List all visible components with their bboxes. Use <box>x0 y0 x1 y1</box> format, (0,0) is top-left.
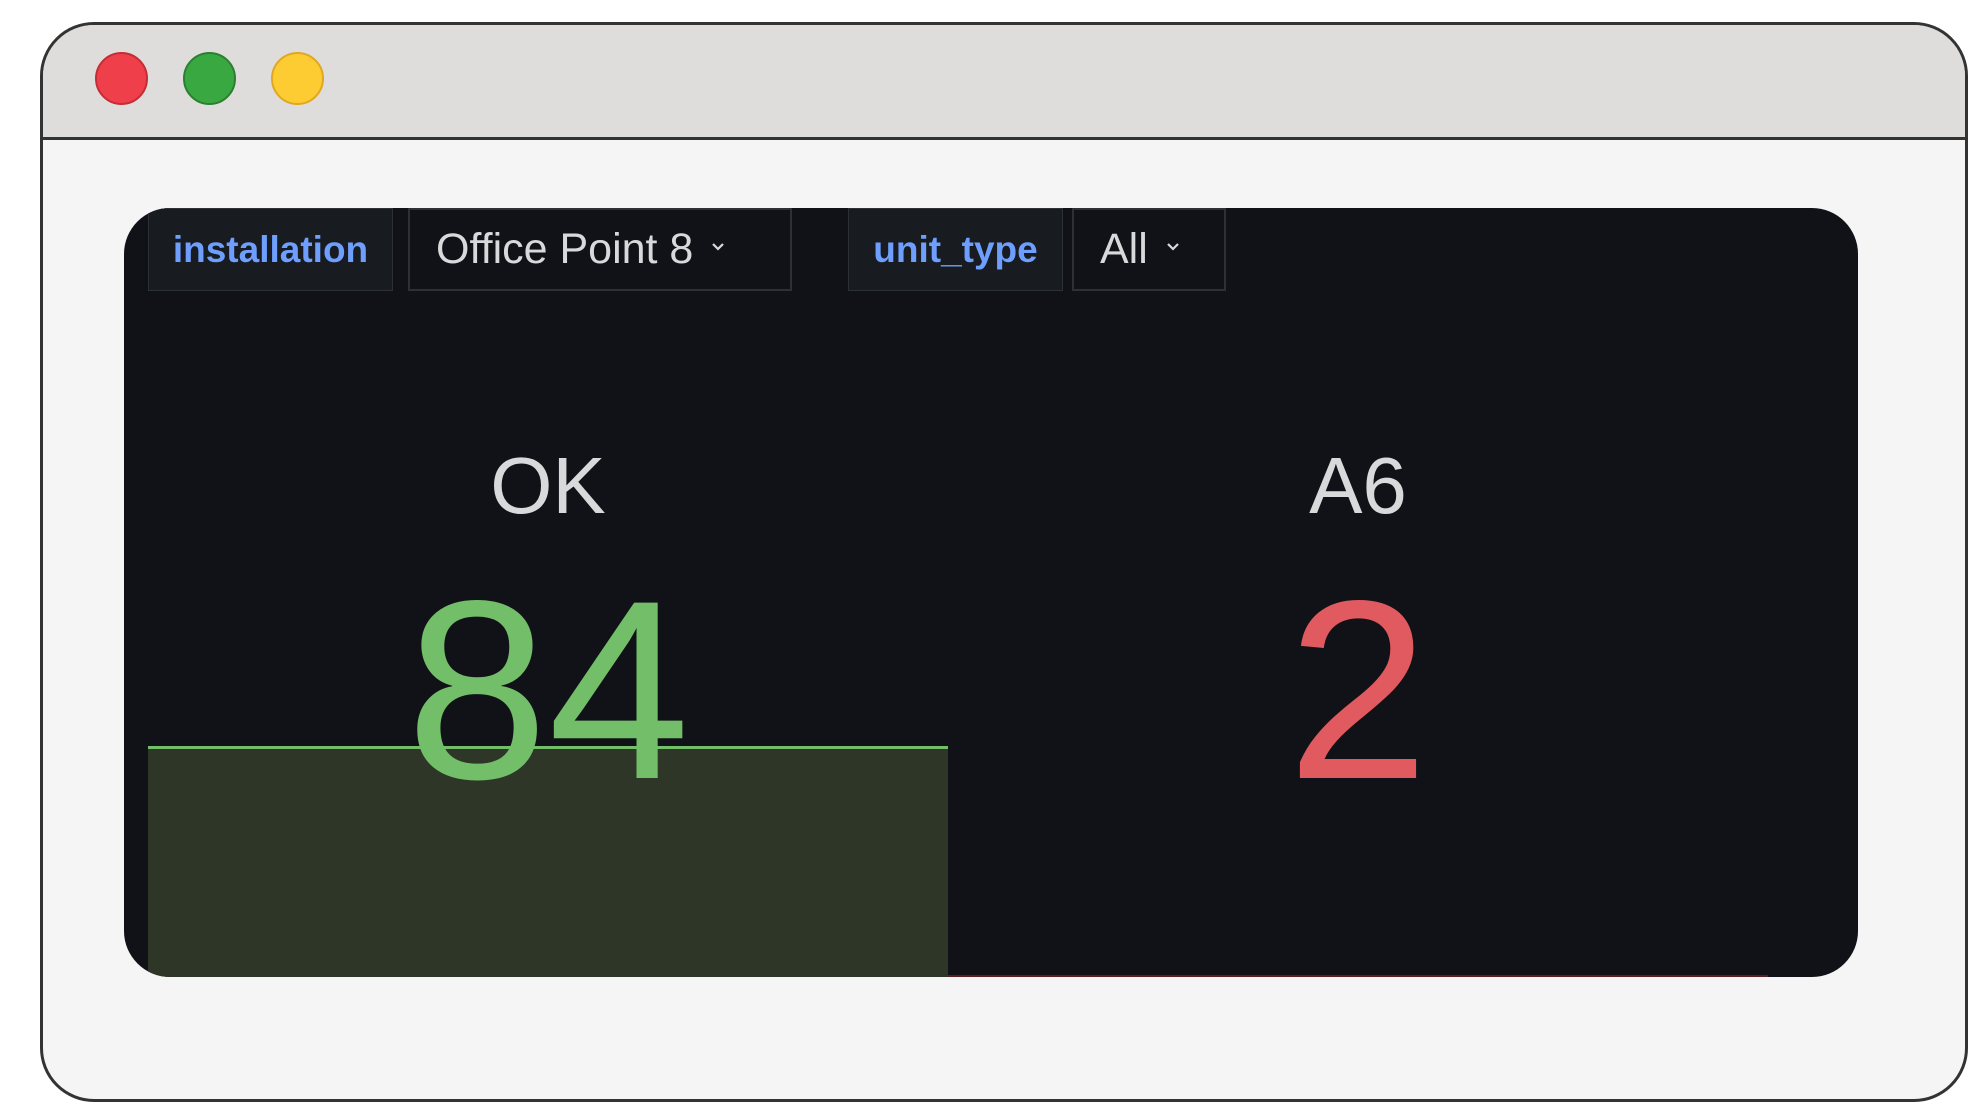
dashboard-panel: installation Office Point 8 unit_type Al… <box>124 208 1858 977</box>
stat-value: 2 <box>1287 548 1429 833</box>
stat-panel-a6[interactable]: A6 2 <box>948 291 1768 977</box>
close-window-button[interactable] <box>95 52 148 105</box>
chevron-down-icon <box>1167 242 1179 251</box>
stat-title: A6 <box>1309 441 1407 530</box>
unit-type-variable-label: unit_type <box>848 208 1063 291</box>
minimize-window-button[interactable] <box>271 52 324 105</box>
stat-panel-ok[interactable]: OK 84 <box>148 291 948 977</box>
stat-value: 84 <box>406 548 690 833</box>
installation-variable-label: installation <box>148 208 393 291</box>
zoom-window-button[interactable] <box>183 52 236 105</box>
installation-variable-value: Office Point 8 <box>436 225 694 273</box>
chevron-down-icon <box>712 242 725 251</box>
stat-title: OK <box>490 441 606 530</box>
title-bar <box>43 25 1965 140</box>
unit-type-variable-select[interactable]: All <box>1072 208 1226 291</box>
installation-variable-select[interactable]: Office Point 8 <box>408 208 792 291</box>
unit-type-variable-value: All <box>1100 225 1148 273</box>
